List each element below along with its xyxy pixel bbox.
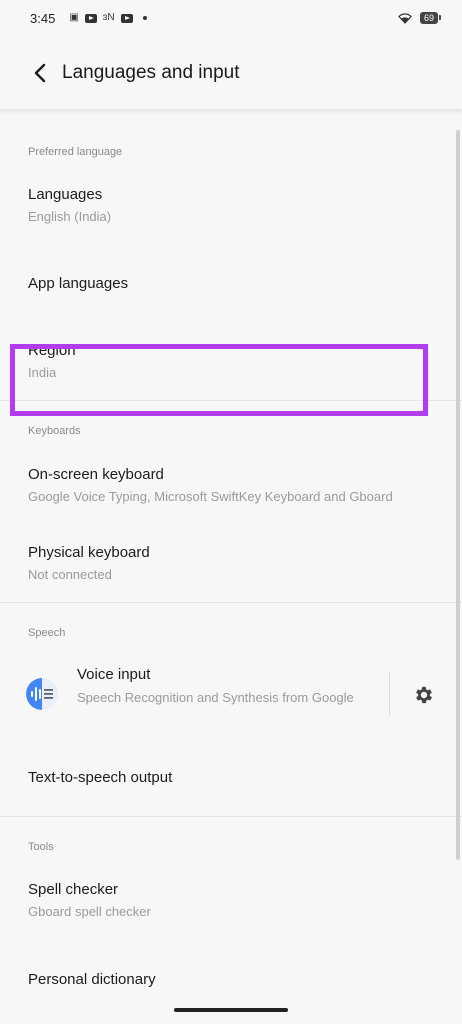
voice-input-text: Voice input Speech Recognition and Synth… [77, 666, 367, 707]
item-title: Personal dictionary [28, 971, 156, 988]
item-subtitle: Speech Recognition and Synthesis from Go… [77, 690, 354, 705]
item-title: On-screen keyboard [28, 466, 164, 483]
scrollbar[interactable] [456, 130, 460, 860]
back-button[interactable] [28, 61, 52, 85]
status-bar: 3:45 ▣ ɜN 69 [0, 0, 462, 36]
tts-output-item[interactable]: Text-to-speech output [0, 769, 462, 799]
item-subtitle: Gboard spell checker [28, 904, 151, 919]
battery-icon: 69 [419, 12, 442, 24]
youtube-icon [120, 13, 133, 23]
back-arrow-icon [34, 63, 46, 82]
status-right: 69 [398, 12, 442, 24]
spell-checker-item[interactable]: Spell checker Gboard spell checker [0, 881, 462, 931]
item-title: Text-to-speech output [28, 769, 173, 786]
divider [0, 400, 462, 401]
item-subtitle: Google Voice Typing, Microsoft SwiftKey … [28, 489, 393, 504]
status-left: 3:45 ▣ ɜN [30, 11, 147, 26]
app-notification-icon: ɜN [102, 12, 115, 23]
region-item[interactable]: Region India [0, 342, 462, 392]
item-title: Spell checker [28, 881, 119, 898]
notification-icon: ▣ [69, 12, 79, 23]
vertical-divider [389, 672, 390, 716]
voice-input-item[interactable]: Voice input Speech Recognition and Synth… [0, 666, 462, 726]
wifi-icon [398, 12, 412, 24]
physical-keyboard-item[interactable]: Physical keyboard Not connected [0, 544, 462, 594]
navigation-handle[interactable] [174, 1008, 288, 1012]
divider [0, 602, 462, 603]
item-subtitle: English (India) [28, 209, 112, 224]
item-title: Region [28, 342, 76, 359]
page-title: Languages and input [62, 61, 240, 83]
gear-icon [416, 686, 432, 704]
app-bar: Languages and input [0, 36, 462, 110]
languages-item[interactable]: Languages English (India) [0, 186, 462, 236]
section-header-speech: Speech [28, 627, 66, 639]
youtube-icon [84, 13, 97, 23]
more-notifications-icon [142, 16, 147, 20]
section-header-keyboards: Keyboards [28, 425, 81, 437]
divider [0, 816, 462, 817]
item-title: Voice input [77, 666, 151, 683]
onscreen-keyboard-item[interactable]: On-screen keyboard Google Voice Typing, … [0, 466, 462, 516]
google-voice-icon [26, 678, 58, 710]
item-title: App languages [28, 275, 129, 292]
item-title: Languages [28, 186, 103, 203]
section-header-preferred: Preferred language [28, 146, 123, 158]
section-header-tools: Tools [28, 841, 54, 853]
item-subtitle: India [28, 365, 57, 380]
personal-dictionary-item[interactable]: Personal dictionary [0, 971, 462, 1001]
voice-input-settings-button[interactable] [413, 684, 435, 706]
status-time: 3:45 [30, 10, 56, 26]
item-title: Physical keyboard [28, 544, 150, 561]
settings-list[interactable]: Preferred language Languages English (In… [0, 110, 462, 1024]
item-subtitle: Not connected [28, 567, 112, 582]
app-languages-item[interactable]: App languages [0, 275, 462, 305]
